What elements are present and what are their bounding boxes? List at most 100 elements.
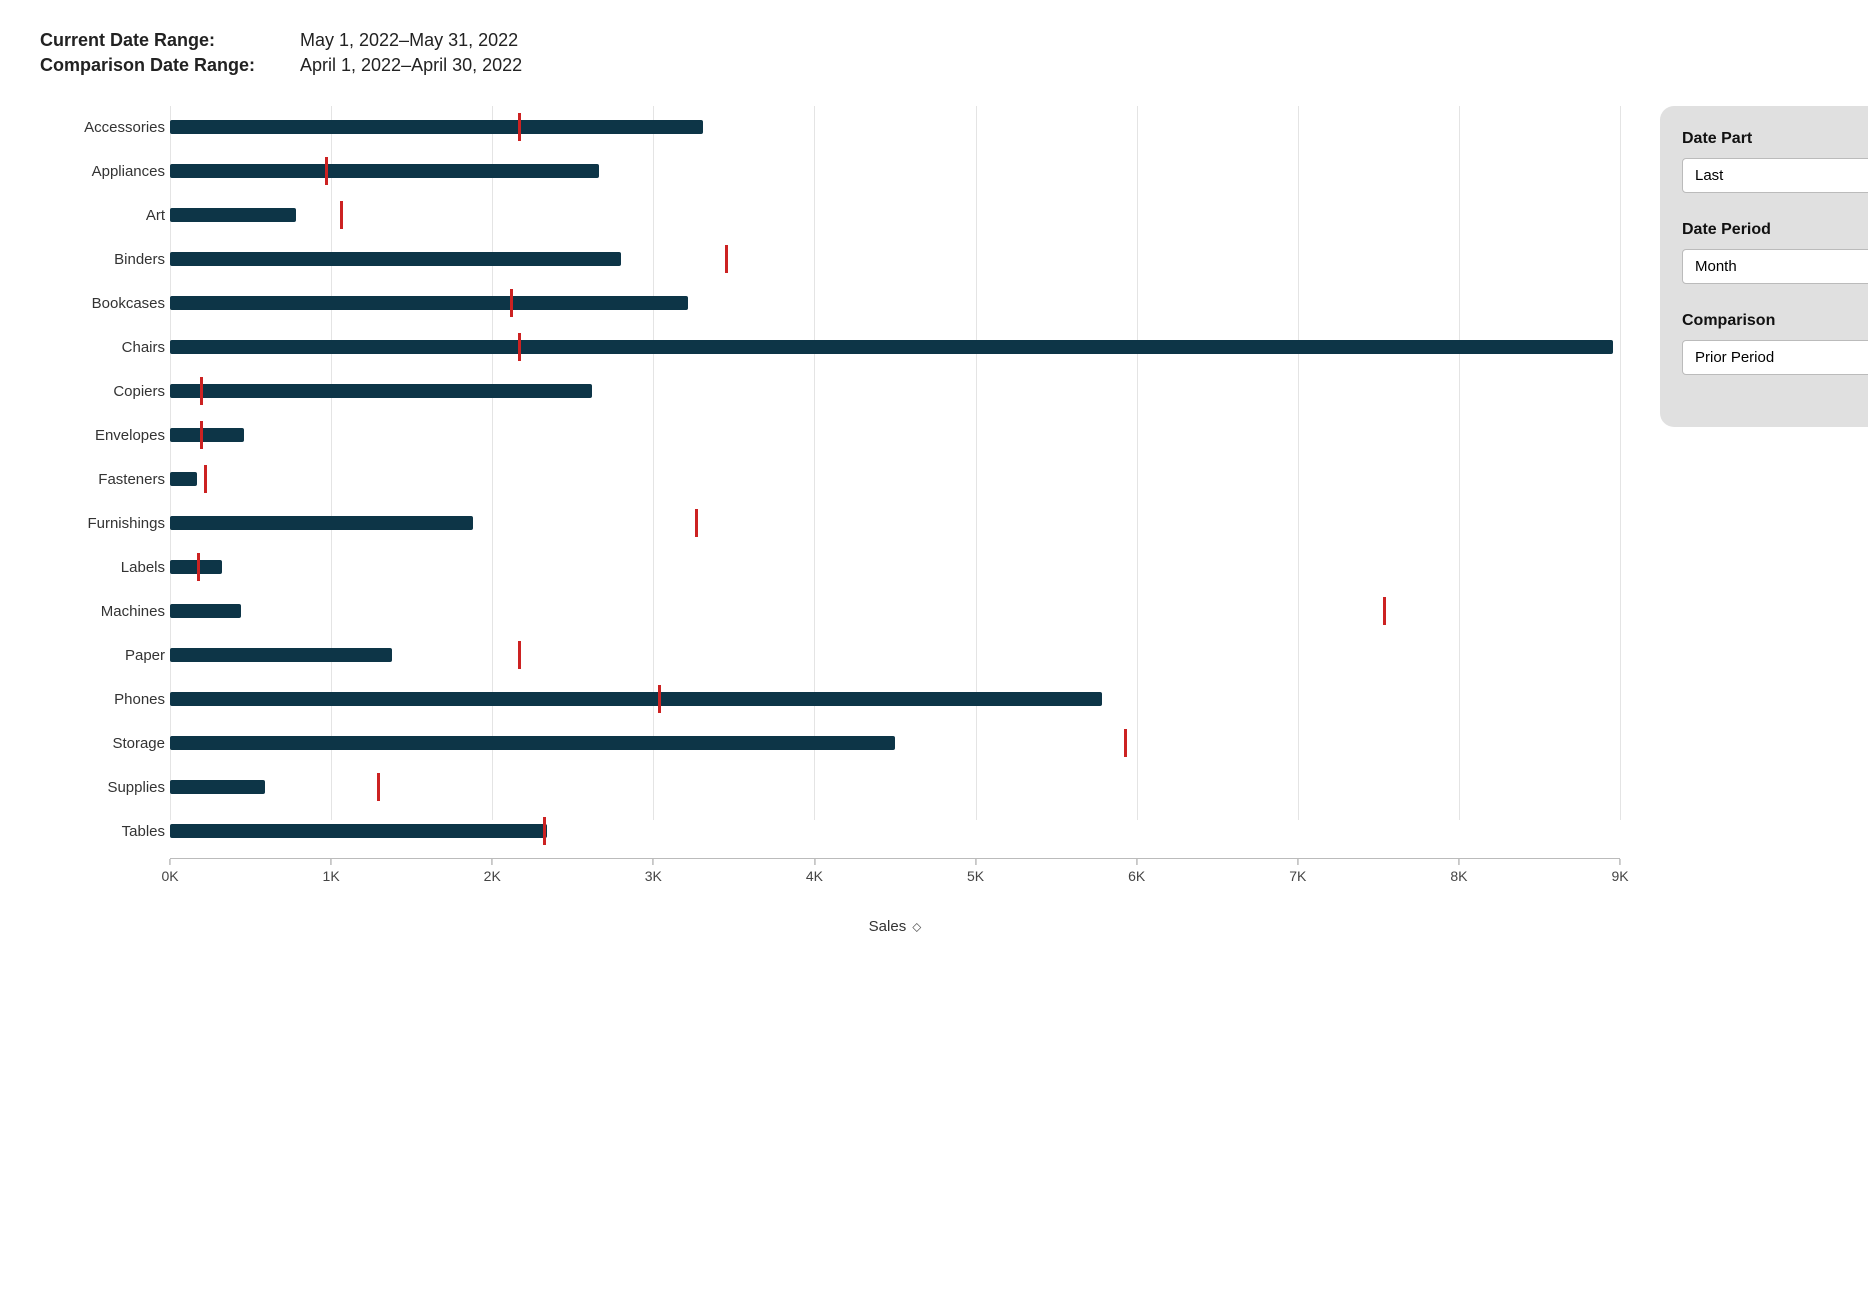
comparison-tick — [725, 245, 728, 273]
x-tick: 3K — [645, 859, 662, 884]
table-row: Art — [170, 194, 1620, 236]
table-row: Paper — [170, 634, 1620, 676]
x-tick: 6K — [1128, 859, 1145, 884]
x-tick-label: 8K — [1450, 868, 1467, 884]
x-tick-line — [492, 859, 493, 865]
x-axis-label: Sales ⬦ — [170, 918, 1620, 935]
date-part-input[interactable] — [1682, 158, 1868, 193]
y-axis-label: Chairs — [40, 339, 165, 356]
bars-wrapper: AccessoriesAppliancesArtBindersBookcases… — [170, 106, 1620, 852]
x-tick-label: 0K — [161, 868, 178, 884]
x-tick-label: 3K — [645, 868, 662, 884]
table-row: Copiers — [170, 370, 1620, 412]
bar-fill — [170, 296, 688, 310]
comparison-tick — [658, 685, 661, 713]
bar-fill — [170, 384, 592, 398]
bar-fill — [170, 428, 244, 442]
date-period-select-wrapper: Month Week Quarter Year ▼ — [1682, 249, 1868, 284]
x-tick-label: 7K — [1289, 868, 1306, 884]
x-tick: 5K — [967, 859, 984, 884]
y-axis-label: Accessories — [40, 119, 165, 136]
main-content: AccessoriesAppliancesArtBindersBookcases… — [40, 106, 1828, 995]
x-tick: 8K — [1450, 859, 1467, 884]
bar-fill — [170, 472, 197, 486]
table-row: Envelopes — [170, 414, 1620, 456]
bar-fill — [170, 120, 703, 134]
comparison-tick — [510, 289, 513, 317]
sidebar-panel: Date Part ↖ Date Period Month Week Quart… — [1660, 106, 1868, 427]
x-tick-line — [1297, 859, 1298, 865]
date-period-title: Date Period — [1682, 221, 1868, 239]
table-row: Supplies — [170, 766, 1620, 808]
y-axis-label: Phones — [40, 691, 165, 708]
x-axis-label-text: Sales — [869, 918, 907, 935]
comparison-title: Comparison — [1682, 312, 1868, 330]
table-row: Furnishings — [170, 502, 1620, 544]
date-part-section: Date Part ↖ — [1682, 130, 1868, 193]
bar-fill — [170, 252, 621, 266]
bar-fill — [170, 780, 265, 794]
x-tick-line — [975, 859, 976, 865]
y-axis-label: Fasteners — [40, 471, 165, 488]
comparison-tick — [197, 553, 200, 581]
x-tick-label: 6K — [1128, 868, 1145, 884]
y-axis-label: Machines — [40, 603, 165, 620]
table-row: Chairs — [170, 326, 1620, 368]
y-axis-label: Copiers — [40, 383, 165, 400]
y-axis-label: Furnishings — [40, 515, 165, 532]
table-row: Binders — [170, 238, 1620, 280]
comparison-date-value: April 1, 2022–April 30, 2022 — [300, 55, 522, 76]
comparison-tick — [377, 773, 380, 801]
bar-fill — [170, 692, 1102, 706]
y-axis-label: Bookcases — [40, 295, 165, 312]
bar-fill — [170, 164, 599, 178]
y-axis-label: Supplies — [40, 779, 165, 796]
comparison-tick — [204, 465, 207, 493]
comparison-tick — [340, 201, 343, 229]
x-tick: 7K — [1289, 859, 1306, 884]
table-row: Bookcases — [170, 282, 1620, 324]
date-part-input-wrapper: ↖ — [1682, 158, 1868, 193]
x-tick: 0K — [161, 859, 178, 884]
bar-fill — [170, 340, 1613, 354]
x-tick-line — [1136, 859, 1137, 865]
y-axis-label: Envelopes — [40, 427, 165, 444]
grid-line — [1620, 106, 1621, 820]
comparison-tick — [1124, 729, 1127, 757]
x-tick-line — [653, 859, 654, 865]
comparison-section: Comparison Prior Period Prior Year Custo… — [1682, 312, 1868, 375]
table-row: Phones — [170, 678, 1620, 720]
x-tick-line — [814, 859, 815, 865]
comparison-tick — [518, 641, 521, 669]
comparison-tick — [518, 113, 521, 141]
table-row: Accessories — [170, 106, 1620, 148]
x-axis: 0K1K2K3K4K5K6K7K8K9K — [170, 858, 1620, 888]
bar-fill — [170, 824, 547, 838]
comparison-date-label: Comparison Date Range: — [40, 55, 300, 76]
table-row: Appliances — [170, 150, 1620, 192]
table-row: Machines — [170, 590, 1620, 632]
x-tick-label: 5K — [967, 868, 984, 884]
x-tick: 9K — [1611, 859, 1628, 884]
comparison-tick — [325, 157, 328, 185]
bar-fill — [170, 208, 296, 222]
y-axis-label: Storage — [40, 735, 165, 752]
x-tick-label: 1K — [323, 868, 340, 884]
chart-container: AccessoriesAppliancesArtBindersBookcases… — [40, 106, 1620, 995]
table-row: Tables — [170, 810, 1620, 852]
y-axis-label: Art — [40, 207, 165, 224]
current-date-label: Current Date Range: — [40, 30, 300, 51]
bar-fill — [170, 648, 392, 662]
date-period-select[interactable]: Month Week Quarter Year — [1682, 249, 1868, 284]
table-row: Storage — [170, 722, 1620, 764]
comparison-tick — [695, 509, 698, 537]
y-axis-label: Paper — [40, 647, 165, 664]
sort-icon[interactable]: ⬦ — [912, 919, 921, 935]
current-date-value: May 1, 2022–May 31, 2022 — [300, 30, 518, 51]
chart-area: AccessoriesAppliancesArtBindersBookcases… — [40, 106, 1620, 995]
x-tick-line — [170, 859, 171, 865]
y-axis-label: Appliances — [40, 163, 165, 180]
x-tick-label: 4K — [806, 868, 823, 884]
comparison-select[interactable]: Prior Period Prior Year Custom — [1682, 340, 1868, 375]
bar-fill — [170, 604, 241, 618]
